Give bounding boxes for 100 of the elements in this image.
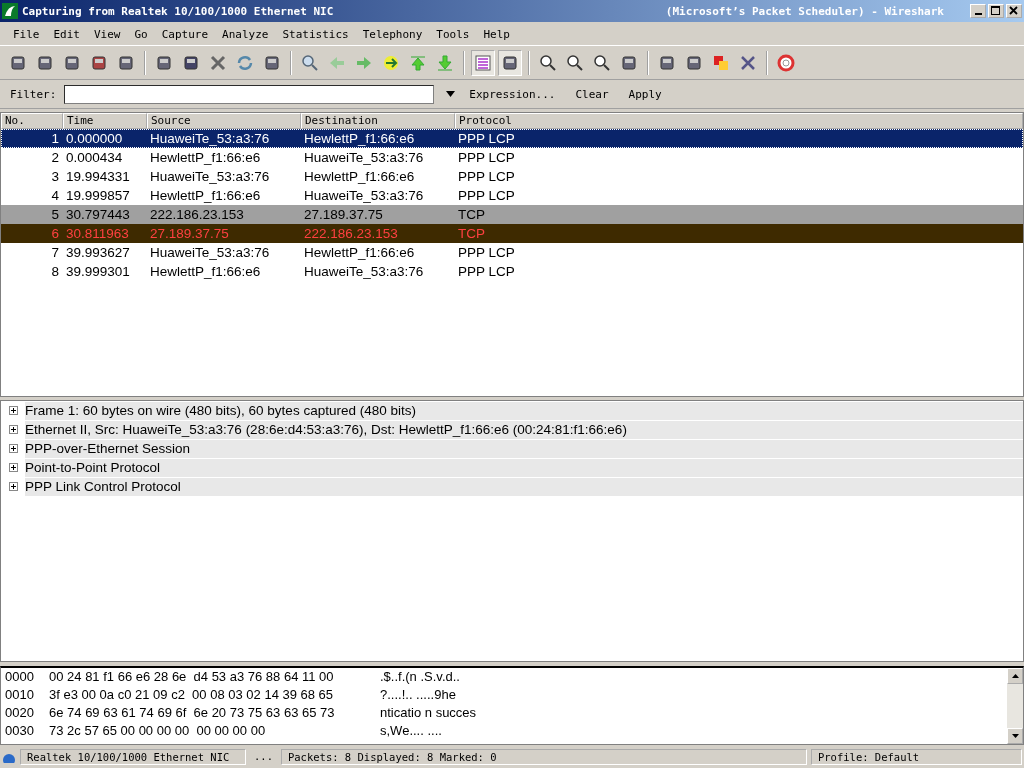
hex-bytes: 00 24 81 f1 66 e6 28 6e d4 53 a3 76 88 64 11 00 bbox=[49, 668, 335, 686]
table-cell-text: HewlettP_f1:66:e6 bbox=[149, 264, 262, 279]
menu-item[interactable]: View bbox=[87, 27, 128, 41]
more-button[interactable]: ... bbox=[250, 748, 277, 765]
scroll-down-icon[interactable] bbox=[1011, 734, 1019, 738]
table-cell-text: HuaweiTe_53:a3:76 bbox=[149, 245, 271, 260]
table-cell-text: HewlettP_f1:66:e6 bbox=[303, 131, 416, 146]
table-cell-text: 7 bbox=[50, 245, 60, 260]
menu-item[interactable]: Analyze bbox=[215, 27, 276, 41]
packet-row[interactable]: 5 30.797443 222.186.23.153 27.189.37.75 TCP bbox=[1, 205, 1023, 224]
maximize-button[interactable] bbox=[988, 4, 1004, 18]
menu-item[interactable]: Capture bbox=[154, 27, 216, 41]
column-header[interactable]: Protocol bbox=[455, 113, 1023, 129]
tree-item[interactable]: Ethernet II, Src: HuaweiTe_53:a3:76 (28:6e:d4:53:a3:76), Dst: HewlettP_f1:66:e6 (00:24:81:f1:66:e6) bbox=[25, 420, 1023, 439]
expand-icon[interactable] bbox=[9, 425, 18, 434]
shark-fin-icon bbox=[2, 3, 18, 19]
menu-item[interactable]: Edit bbox=[46, 27, 87, 41]
column-header[interactable]: No. bbox=[1, 113, 63, 129]
zoom-in-icon bbox=[539, 53, 557, 72]
window-subtitle: (Microsoft’s Packet Scheduler) - Wireshark bbox=[665, 4, 944, 18]
table-cell-text: 4 bbox=[50, 188, 60, 203]
ascii-text: nticatio n succes bbox=[380, 705, 477, 720]
filter-field[interactable] bbox=[64, 84, 435, 104]
menu-item[interactable]: Go bbox=[127, 27, 155, 41]
table-cell-text: 19.994331 bbox=[65, 169, 131, 184]
scrollbar[interactable] bbox=[1007, 668, 1023, 744]
table-cell-text: 30.797443 bbox=[65, 207, 131, 222]
colorize-icon bbox=[474, 53, 492, 72]
colorize-button[interactable] bbox=[471, 49, 495, 76]
expand-icon[interactable] bbox=[9, 482, 18, 491]
table-cell-text: 19.999857 bbox=[65, 188, 131, 203]
autoscroll-button[interactable] bbox=[498, 49, 522, 76]
table-cell-text: 222.186.23.153 bbox=[149, 207, 245, 222]
column-header[interactable]: Destination bbox=[301, 113, 455, 129]
scroll-up-icon[interactable] bbox=[1011, 674, 1019, 678]
column-header[interactable]: Source bbox=[147, 113, 301, 129]
table-cell-text: TCP bbox=[457, 207, 486, 222]
table-cell-text: 222.186.23.153 bbox=[303, 226, 399, 241]
menu-item[interactable]: File bbox=[6, 27, 47, 41]
table-cell-text: HuaweiTe_53:a3:76 bbox=[149, 169, 271, 184]
table-cell-text: 0.000000 bbox=[65, 131, 124, 146]
table-cell-text: PPP LCP bbox=[457, 150, 516, 165]
packet-row[interactable]: 6 30.811963 27.189.37.75 222.186.23.153 TCP bbox=[1, 224, 1023, 243]
column-header[interactable]: Time bbox=[63, 113, 147, 129]
menu-item[interactable]: Telephony bbox=[355, 27, 430, 41]
close-icon bbox=[209, 53, 227, 72]
expression-button[interactable]: Expression... bbox=[463, 87, 562, 101]
table-cell-text: 0.000434 bbox=[65, 150, 124, 165]
menu-item[interactable]: Tools bbox=[429, 27, 477, 41]
minimize-icon bbox=[974, 13, 982, 15]
table-cell-text: 2 bbox=[50, 150, 60, 165]
hex-bytes: 6e 74 69 63 61 74 69 6f 6e 20 73 75 63 63 65 73 bbox=[49, 704, 336, 722]
table-cell-text: 5 bbox=[50, 207, 60, 222]
table-cell-text: PPP LCP bbox=[457, 188, 516, 203]
table-cell-text: 8 bbox=[50, 264, 60, 279]
tree-item[interactable]: PPP-over-Ethernet Session bbox=[25, 439, 1023, 458]
help-icon bbox=[777, 53, 795, 72]
first-icon bbox=[409, 53, 427, 72]
table-cell-text: 27.189.37.75 bbox=[149, 226, 230, 241]
table-cell-text: PPP LCP bbox=[457, 131, 516, 146]
table-cell-text: TCP bbox=[457, 226, 486, 241]
table-cell-text: HuaweiTe_53:a3:76 bbox=[303, 188, 425, 203]
ascii-text: ?....!.. .....9he bbox=[380, 687, 456, 702]
table-cell-text: 3 bbox=[50, 169, 60, 184]
packet-row[interactable]: 1 0.000000 HuaweiTe_53:a3:76 HewlettP_f1:66:e6 PPP LCP bbox=[1, 129, 1023, 148]
table-cell-text: HewlettP_f1:66:e6 bbox=[149, 188, 262, 203]
zoom-reset-icon bbox=[593, 53, 611, 72]
zoom-out-icon bbox=[566, 53, 584, 72]
table-cell-text: 1 bbox=[50, 131, 60, 146]
hex-offset: 0000 bbox=[5, 668, 35, 686]
status-text: Realtek 10/100/1000 Ethernet NIC bbox=[20, 748, 246, 765]
table-cell-text: HewlettP_f1:66:e6 bbox=[303, 245, 416, 260]
menu-item[interactable]: Help bbox=[476, 27, 517, 41]
expand-icon[interactable] bbox=[9, 463, 18, 472]
dropdown-arrow-icon[interactable] bbox=[446, 91, 456, 97]
find-icon bbox=[301, 53, 319, 72]
table-cell-text: 30.811963 bbox=[65, 226, 130, 241]
menu-item[interactable]: Statistics bbox=[275, 27, 356, 41]
hex-offset: 0030 bbox=[5, 722, 35, 740]
table-cell-text: PPP LCP bbox=[457, 245, 516, 260]
reload-icon bbox=[236, 53, 254, 72]
table-cell-text: 27.189.37.75 bbox=[303, 207, 384, 222]
goto-icon bbox=[382, 53, 400, 72]
minimize-button[interactable] bbox=[970, 4, 986, 18]
ascii-text: .$..f.(n .S.v.d.. bbox=[380, 669, 460, 684]
status-text: Profile: Default bbox=[810, 748, 1022, 765]
clear-button[interactable]: Clear bbox=[569, 87, 615, 101]
tree-item[interactable]: Point-to-Point Protocol bbox=[25, 458, 1023, 477]
apply-button[interactable]: Apply bbox=[622, 87, 668, 101]
table-cell-text: PPP LCP bbox=[457, 169, 516, 184]
expand-icon[interactable] bbox=[9, 406, 18, 415]
close-button[interactable] bbox=[1006, 4, 1022, 18]
hex-bytes: 3f e3 00 0a c0 21 09 c2 00 08 03 02 14 39 68 65 bbox=[49, 686, 335, 704]
expand-icon[interactable] bbox=[9, 444, 18, 453]
close-icon bbox=[1009, 6, 1019, 16]
tree-item[interactable]: PPP Link Control Protocol bbox=[25, 477, 1023, 496]
tree-item[interactable]: Frame 1: 60 bytes on wire (480 bits), 60 bytes captured (480 bits) bbox=[25, 401, 1023, 420]
status-text: Packets: 8 Displayed: 8 Marked: 0 bbox=[280, 748, 807, 765]
hex-offset: 0020 bbox=[5, 704, 35, 722]
table-cell-text: HuaweiTe_53:a3:76 bbox=[303, 150, 425, 165]
